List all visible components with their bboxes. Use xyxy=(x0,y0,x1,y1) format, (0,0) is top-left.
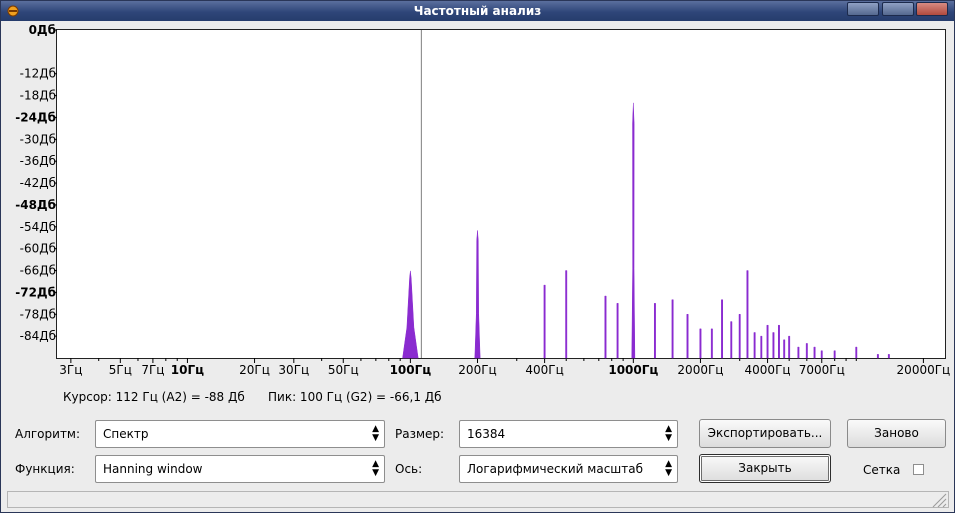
x-tick-label: 7000Гц xyxy=(799,363,845,377)
cursor-readout: Курсор: 112 Гц (A2) = -88 Дб xyxy=(63,390,245,404)
x-tick-label: 200Гц xyxy=(458,363,496,377)
x-tick-label: 10Гц xyxy=(171,363,204,377)
spectrum-peak xyxy=(543,284,546,359)
grid-label: Сетка xyxy=(863,463,901,477)
y-tick-label: -66Дб xyxy=(20,264,56,278)
y-tick-label: -30Дб xyxy=(20,132,56,146)
function-label: Функция: xyxy=(15,462,75,476)
spectrum-peak xyxy=(788,335,791,359)
spectrum-peak xyxy=(778,324,780,359)
updown-arrow-icon: ▲ ▼ xyxy=(372,459,379,478)
y-tick-label: -36Дб xyxy=(20,154,56,168)
spectrum-peak xyxy=(738,314,741,359)
axis-select[interactable]: Логарифмический масштаб ▲ ▼ xyxy=(459,455,678,483)
spectrum-peak xyxy=(699,328,702,359)
spectrum-peak xyxy=(753,332,756,359)
spectrum-peak xyxy=(797,346,800,359)
y-tick-label: -84Дб xyxy=(20,329,56,343)
size-value: 16384 xyxy=(467,427,506,441)
function-select[interactable]: Hanning window ▲ ▼ xyxy=(95,455,385,483)
function-value: Hanning window xyxy=(103,462,203,476)
algorithm-value: Спектр xyxy=(103,427,149,441)
spectrum-peak xyxy=(760,335,763,359)
spectrum-peak xyxy=(855,346,858,359)
spectrum-peak xyxy=(805,343,808,359)
status-bar xyxy=(7,491,949,508)
x-tick-label: 7Гц xyxy=(141,363,164,377)
updown-arrow-icon: ▲ ▼ xyxy=(665,424,672,443)
spectrum-peak xyxy=(766,324,769,359)
y-tick-label: -54Дб xyxy=(20,220,56,234)
spectrum-peak xyxy=(671,299,674,359)
spectrum-peak xyxy=(631,102,636,359)
spectrum-chart: 0Дб -12Дб -18Дб -24Дб -30Дб -36Дб -42Дб -48Дб -5… xyxy=(15,23,951,377)
x-tick-label: 3Гц xyxy=(59,363,82,377)
axis-label: Ось: xyxy=(395,462,423,476)
peak-readout: Пик: 100 Гц (G2) = -66,1 Дб xyxy=(268,390,442,404)
spectrum-peak xyxy=(887,354,890,359)
updown-arrow-icon: ▲ ▼ xyxy=(372,424,379,443)
spectrum-peak xyxy=(604,295,607,359)
size-label: Размер: xyxy=(395,427,445,441)
spectrum-peak xyxy=(876,354,879,359)
spectrum-peak xyxy=(730,321,733,359)
x-tick-label: 5Гц xyxy=(109,363,132,377)
spectrum-peak xyxy=(833,350,836,359)
updown-arrow-icon: ▲ ▼ xyxy=(665,459,672,478)
x-tick-label: 30Гц xyxy=(278,363,309,377)
spectrum-peak xyxy=(746,270,749,359)
algorithm-label: Алгоритм: xyxy=(15,427,81,441)
algorithm-select[interactable]: Спектр ▲ ▼ xyxy=(95,420,385,448)
close-button[interactable]: Закрыть xyxy=(699,454,831,483)
y-tick-label: -72Дб xyxy=(15,285,56,299)
x-tick-label: 50Гц xyxy=(328,363,359,377)
y-tick-label: -42Дб xyxy=(20,176,56,190)
spectrum-peak xyxy=(813,346,816,359)
spectrum-peak xyxy=(710,328,713,359)
spectrum-peak xyxy=(616,303,619,359)
spectrum-peak xyxy=(474,230,481,359)
x-tick-label: 20Гц xyxy=(239,363,270,377)
redo-button[interactable]: Заново xyxy=(847,419,946,448)
y-tick-label: -24Дб xyxy=(15,110,56,124)
x-tick-label: 20000Гц xyxy=(897,363,951,377)
spectrum-peak xyxy=(820,350,823,359)
y-tick-label: -12Дб xyxy=(20,67,56,81)
x-tick-label: 2000Гц xyxy=(677,363,723,377)
spectrum-peak xyxy=(565,270,568,359)
y-tick-label: -48Дб xyxy=(15,198,56,212)
x-tick-label: 100Гц xyxy=(390,363,432,377)
grid-checkbox[interactable] xyxy=(913,464,924,475)
x-tick-label: 400Гц xyxy=(525,363,563,377)
y-tick-label: -60Дб xyxy=(20,242,56,256)
y-tick-label: -78Дб xyxy=(20,307,56,321)
spectrum-peak xyxy=(783,339,786,359)
spectrum-peak xyxy=(686,314,689,359)
y-tick-label: -18Дб xyxy=(20,89,56,103)
spectrum-peak xyxy=(402,270,419,359)
spectrum-peak xyxy=(772,332,775,359)
x-tick-label: 1000Гц xyxy=(608,363,658,377)
spectrum-peak xyxy=(653,303,656,359)
frequency-analysis-window: Частотный анализ 0Дб -12Дб -18Дб -24Дб -30Дб… xyxy=(0,0,955,513)
spectrum-peak xyxy=(721,299,724,359)
axis-value: Логарифмический масштаб xyxy=(467,462,644,476)
resize-grip-icon[interactable] xyxy=(929,492,947,508)
x-tick-label: 4000Гц xyxy=(745,363,791,377)
y-tick-label: 0Дб xyxy=(29,23,56,37)
export-button[interactable]: Экспортировать... xyxy=(699,419,831,448)
size-select[interactable]: 16384 ▲ ▼ xyxy=(459,420,678,448)
